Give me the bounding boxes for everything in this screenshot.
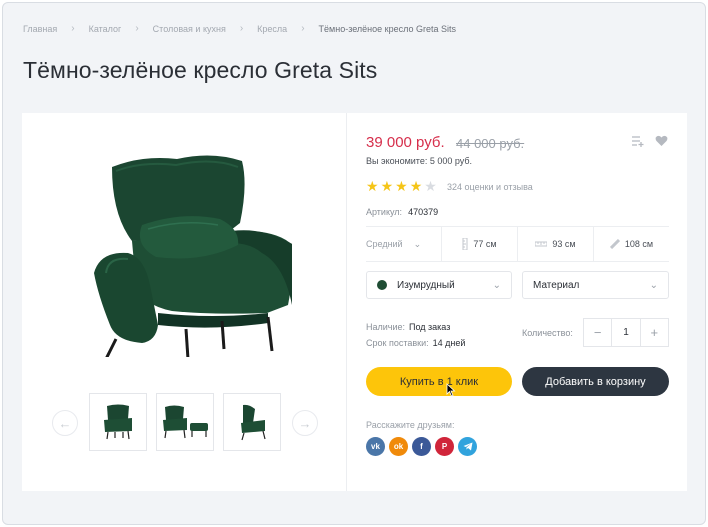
telegram-icon [463, 442, 472, 451]
size-select-value: Средний [366, 239, 403, 249]
param-height-value: 77 см [473, 239, 497, 249]
availability-value: Под заказ [409, 322, 451, 332]
material-select[interactable]: Материал ⌄ [522, 271, 669, 299]
page-title: Тёмно-зелёное кресло Greta Sits [23, 57, 378, 83]
product-card: ← → 39 000 руб. 44 000 руб. Вы экономите… [22, 113, 687, 491]
compare-list-icon [632, 136, 644, 147]
page: Главная › Каталог › Столовая и кухня › К… [2, 2, 706, 525]
chevron-down-icon: ⌄ [492, 280, 501, 291]
param-height: 77 см [442, 227, 518, 261]
delivery-time: Срок поставки: 14 дней [366, 338, 465, 348]
facebook-icon: f [420, 442, 423, 451]
vk-share-button[interactable]: vk [366, 437, 385, 456]
add-to-compare-button[interactable] [630, 133, 646, 149]
chevron-right-icon: › [301, 23, 305, 34]
buy-one-click-button[interactable]: Купить в 1 клик [366, 367, 512, 396]
mouse-cursor-icon [446, 383, 456, 397]
quantity-increase-button[interactable]: + [641, 319, 668, 346]
chair-side-thumbnail-image [241, 404, 266, 441]
add-to-favorites-button[interactable] [653, 133, 669, 149]
breadcrumb-home-link[interactable]: Главная [23, 24, 57, 34]
pinterest-share-button[interactable]: P [435, 437, 454, 456]
chevron-down-icon: ⌄ [413, 238, 422, 249]
delivery-label: Срок поставки: [366, 338, 429, 348]
savings-text: Вы экономите: 5 000 руб. [366, 156, 473, 166]
column-divider [346, 113, 347, 491]
old-price: 44 000 руб. [456, 136, 525, 151]
availability: Наличие: Под заказ [366, 322, 450, 332]
material-select-value: Материал [533, 279, 580, 291]
heart-icon [655, 135, 667, 146]
param-width-value: 108 см [624, 239, 654, 249]
star-filled-icon: ★ [409, 178, 423, 194]
pinterest-icon: P [441, 442, 448, 451]
arrow-left-icon: ← [58, 415, 72, 431]
rating-stars: ★ ★ ★ ★ ★ [366, 179, 437, 193]
chevron-right-icon: › [135, 23, 139, 34]
chevron-right-icon: › [71, 23, 75, 34]
add-to-cart-button[interactable]: Добавить в корзину [522, 367, 669, 396]
ok-share-button[interactable]: ok [389, 437, 408, 456]
delivery-value: 14 дней [432, 338, 466, 348]
product-main-image[interactable] [72, 145, 292, 357]
color-select[interactable]: Изумрудный ⌄ [366, 271, 512, 299]
arrow-right-icon: → [298, 415, 312, 431]
param-depth: 93 см [518, 227, 594, 261]
facebook-share-button[interactable]: f [412, 437, 431, 456]
quantity-input[interactable]: 1 [611, 319, 641, 346]
height-ruler-icon [462, 238, 468, 250]
star-filled-icon: ★ [366, 178, 379, 194]
chair-thumbnail-image [104, 404, 132, 440]
size-select[interactable]: Средний ⌄ [366, 227, 442, 261]
width-ruler-icon [609, 239, 620, 249]
odnoklassniki-icon: ok [393, 442, 404, 451]
quantity-label: Количество: [522, 328, 573, 338]
breadcrumb-dining-link[interactable]: Столовая и кухня [153, 24, 226, 34]
article-value: 470379 [408, 207, 439, 217]
breadcrumb: Главная › Каталог › Столовая и кухня › К… [23, 23, 456, 34]
social-share-buttons: vk ok f P [366, 437, 477, 456]
gallery-thumb-1[interactable] [89, 393, 147, 451]
vk-icon: vk [371, 442, 380, 451]
gallery-thumb-3[interactable] [223, 393, 281, 451]
quantity-stepper: − 1 + [583, 318, 669, 347]
color-select-value: Изумрудный [397, 279, 455, 291]
availability-label: Наличие: [366, 322, 406, 332]
breadcrumb-chairs-link[interactable]: Кресла [257, 24, 287, 34]
star-empty-icon: ★ [424, 178, 437, 194]
quantity-decrease-button[interactable]: − [584, 319, 611, 346]
current-price: 39 000 руб. [366, 134, 445, 151]
share-label: Расскажите друзьям: [366, 420, 455, 430]
param-depth-value: 93 см [552, 239, 576, 249]
depth-ruler-icon [535, 241, 548, 247]
breadcrumb-current: Тёмно-зелёное кресло Greta Sits [318, 23, 456, 34]
param-width: 108 см [594, 227, 669, 261]
chevron-down-icon: ⌄ [649, 280, 658, 291]
gallery-thumb-2[interactable] [156, 393, 214, 451]
breadcrumb-catalog-link[interactable]: Каталог [89, 24, 122, 34]
gallery-next-button[interactable]: → [292, 410, 318, 436]
chair-with-ottoman-thumbnail-image [163, 405, 208, 439]
gallery-prev-button[interactable]: ← [52, 410, 78, 436]
color-swatch [377, 280, 387, 290]
star-filled-icon: ★ [395, 178, 408, 194]
chevron-right-icon: › [239, 23, 244, 34]
article-label: Артикул: [366, 207, 403, 217]
parameters-row: Средний ⌄ 77 см 93 см 108 см [366, 226, 669, 262]
article-number: Артикул: 470379 [366, 207, 438, 217]
telegram-share-button[interactable] [458, 437, 477, 456]
reviews-link[interactable]: 324 оценки и отзыва [447, 182, 533, 192]
star-filled-icon: ★ [380, 178, 394, 194]
